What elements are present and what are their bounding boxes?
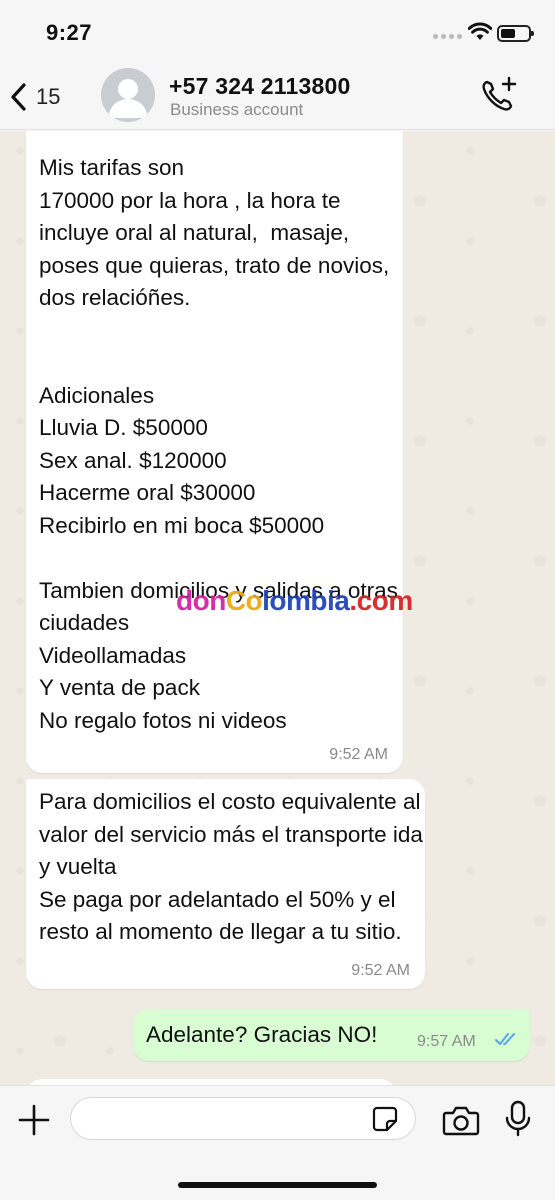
chevron-left-icon <box>11 83 26 111</box>
back-button[interactable]: 15 <box>10 77 60 117</box>
chat-area[interactable]: Mis tarifas son 170000 por la hora , la … <box>0 131 555 1085</box>
contact-subtitle: Business account <box>170 100 304 119</box>
read-receipt-icon <box>495 1033 515 1045</box>
home-indicator <box>178 1182 377 1188</box>
status-time: 9:27 <box>46 20 93 45</box>
incoming-message[interactable]: Para domicilios el costo equivalente al … <box>26 779 425 989</box>
wifi-icon <box>468 22 492 40</box>
status-bar: 9:27 <box>0 0 555 62</box>
incoming-message[interactable]: Mis tarifas son 170000 por la hora , la … <box>26 131 403 773</box>
contact-name[interactable]: +57 324 2113800 <box>169 73 350 100</box>
outgoing-message[interactable]: Adelante? Gracias NO! 9:57 AM <box>133 1009 530 1061</box>
camera-button[interactable] <box>442 1104 480 1136</box>
microphone-button[interactable] <box>505 1100 531 1138</box>
message-text: Mis tarifas son 170000 por la hora , la … <box>39 155 398 733</box>
battery-icon <box>497 25 534 42</box>
input-bar <box>0 1085 555 1200</box>
sticker-icon[interactable] <box>371 1105 399 1133</box>
avatar[interactable] <box>101 68 155 122</box>
unread-count: 15 <box>36 84 61 109</box>
message-time: 9:57 AM <box>417 1033 476 1050</box>
message-input[interactable] <box>70 1097 416 1140</box>
chat-header: 15 +57 324 2113800 Business account <box>0 62 555 130</box>
add-call-button[interactable] <box>479 76 519 114</box>
message-text: Adelante? Gracias NO! <box>146 1022 378 1047</box>
message-text: Para domicilios el costo equivalente al … <box>39 789 423 944</box>
default-avatar-icon <box>108 79 148 118</box>
watermark-logo: donColombia.com <box>176 585 413 616</box>
message-time: 9:52 AM <box>351 962 410 979</box>
attach-plus-button[interactable] <box>16 1102 52 1138</box>
cellular-signal-icon <box>433 34 463 42</box>
message-time: 9:52 AM <box>329 746 388 763</box>
